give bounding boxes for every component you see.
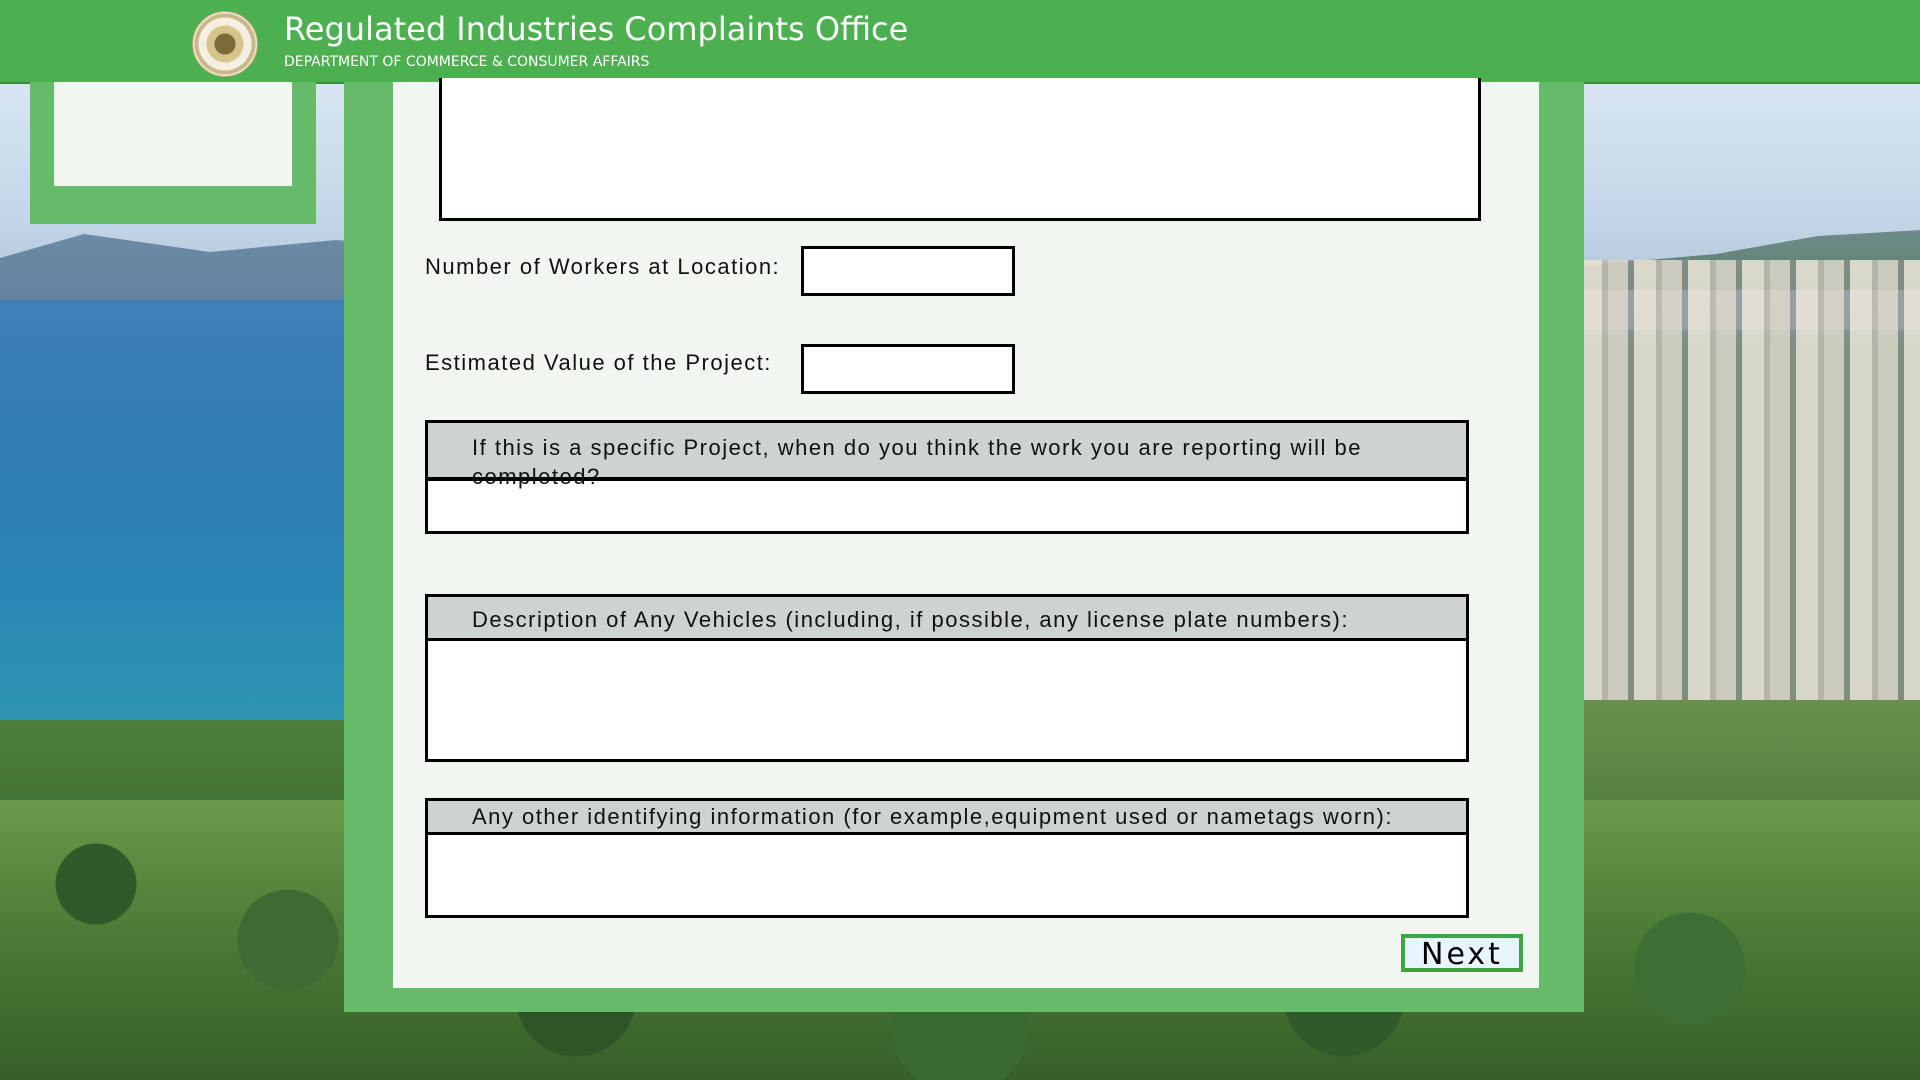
project-value-label: Estimated Value of the Project:	[425, 350, 772, 375]
other-info-section: Any other identifying information (for e…	[425, 798, 1469, 918]
background-city	[1580, 260, 1920, 740]
project-value-input[interactable]	[801, 344, 1015, 394]
form-area: Number of Workers at Location: Estimated…	[393, 78, 1539, 988]
previous-description-textarea[interactable]	[439, 78, 1481, 221]
site-header: Regulated Industries Complaints Office D…	[0, 0, 1920, 84]
vehicles-section: Description of Any Vehicles (including, …	[425, 594, 1469, 762]
site-title: Regulated Industries Complaints Office	[284, 10, 909, 48]
completion-section: If this is a specific Project, when do y…	[425, 420, 1469, 534]
side-panel-content	[54, 82, 292, 186]
other-info-textarea[interactable]	[428, 835, 1466, 915]
vehicles-textarea[interactable]	[428, 641, 1466, 759]
site-subtitle: DEPARTMENT OF COMMERCE & CONSUMER AFFAIR…	[284, 54, 650, 70]
completion-label: If this is a specific Project, when do y…	[428, 423, 1466, 489]
vehicles-label: Description of Any Vehicles (including, …	[428, 597, 1466, 641]
form-panel: Number of Workers at Location: Estimated…	[344, 78, 1584, 1012]
workers-label: Number of Workers at Location:	[425, 254, 781, 279]
workers-input[interactable]	[801, 246, 1015, 296]
side-panel	[30, 82, 316, 224]
other-info-label: Any other identifying information (for e…	[428, 801, 1466, 835]
state-seal-icon	[192, 11, 258, 77]
next-button[interactable]: Next	[1401, 934, 1523, 972]
